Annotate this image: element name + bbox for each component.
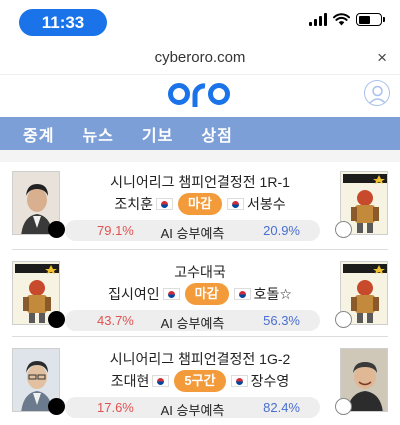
clock: 11:33 <box>19 9 107 36</box>
black-stone-icon <box>48 311 65 328</box>
status-badge: 마감 <box>178 193 222 215</box>
system-icons <box>309 13 385 26</box>
white-win-pct: 20.9% <box>263 223 300 238</box>
black-stone-icon <box>48 221 65 238</box>
black-player-name: 조치훈 <box>114 196 154 212</box>
status-badge: 5구간 <box>174 370 226 392</box>
white-player-name: 장수영 <box>250 373 290 389</box>
white-player-name: 서봉수 <box>246 196 286 212</box>
white-stone-icon <box>335 221 352 238</box>
section-gap <box>0 150 400 162</box>
match-title: 고수대국 <box>174 264 226 280</box>
korea-flag-icon <box>226 198 244 210</box>
divider <box>12 336 388 337</box>
white-player-name: 호돌☆ <box>253 286 292 302</box>
nav-item-records[interactable]: 기보 <box>142 122 173 146</box>
nav-item-news[interactable]: 뉴스 <box>82 122 113 146</box>
match-players: 조대현 5구간 장수영 <box>70 370 330 392</box>
match-title: 시니어리그 챔피언결정전 1R-1 <box>110 174 290 190</box>
user-icon[interactable] <box>364 80 390 106</box>
match-row[interactable]: 고수대국 집시여인 마감 호돌☆ 43.7% AI 승부예측 56.3% <box>0 253 400 338</box>
nav-item-shop[interactable]: 상점 <box>201 122 232 146</box>
battery-icon <box>356 13 385 26</box>
wifi-icon <box>333 13 350 26</box>
white-stone-icon <box>335 311 352 328</box>
browser-url-bar: cyberoro.com × <box>0 40 400 75</box>
main-nav: 중계 뉴스 기보 상점 <box>0 117 400 150</box>
url-text[interactable]: cyberoro.com <box>0 49 400 66</box>
status-badge: 마감 <box>184 283 229 305</box>
korea-flag-icon <box>230 375 248 387</box>
white-stone-icon <box>335 398 352 415</box>
white-win-pct: 82.4% <box>263 400 300 415</box>
black-player-name: 집시여인 <box>108 286 160 302</box>
ai-prediction-bar: 17.6% AI 승부예측 82.4% <box>65 397 320 418</box>
site-header: oro <box>0 75 400 117</box>
korea-flag-icon <box>162 288 180 300</box>
logo-text: oro <box>168 79 170 80</box>
nav-item-live[interactable]: 중계 <box>23 122 54 146</box>
korea-flag-icon <box>156 198 174 210</box>
status-bar: 11:33 <box>0 0 400 40</box>
white-win-pct: 56.3% <box>263 313 300 328</box>
match-players: 조치훈 마감 서봉수 <box>70 193 330 215</box>
black-player-name: 조대현 <box>110 373 150 389</box>
match-row[interactable]: 시니어리그 챔피언결정전 1G-2 조대현 5구간 장수영 17.6% AI 승… <box>0 340 400 425</box>
signal-icon <box>309 13 327 26</box>
match-row[interactable]: 시니어리그 챔피언결정전 1R-1 조치훈 마감 서봉수 79.1% AI 승부… <box>0 163 400 248</box>
divider <box>12 249 388 250</box>
black-stone-icon <box>48 398 65 415</box>
ai-prediction-bar: 43.7% AI 승부예측 56.3% <box>65 310 320 331</box>
match-players: 집시여인 마감 호돌☆ <box>70 283 330 305</box>
korea-flag-icon <box>233 288 251 300</box>
ai-prediction-bar: 79.1% AI 승부예측 20.9% <box>65 220 320 241</box>
korea-flag-icon <box>152 375 170 387</box>
match-title: 시니어리그 챔피언결정전 1G-2 <box>109 351 291 367</box>
close-icon[interactable]: × <box>377 48 387 68</box>
oro-logo[interactable]: oro <box>168 79 232 109</box>
